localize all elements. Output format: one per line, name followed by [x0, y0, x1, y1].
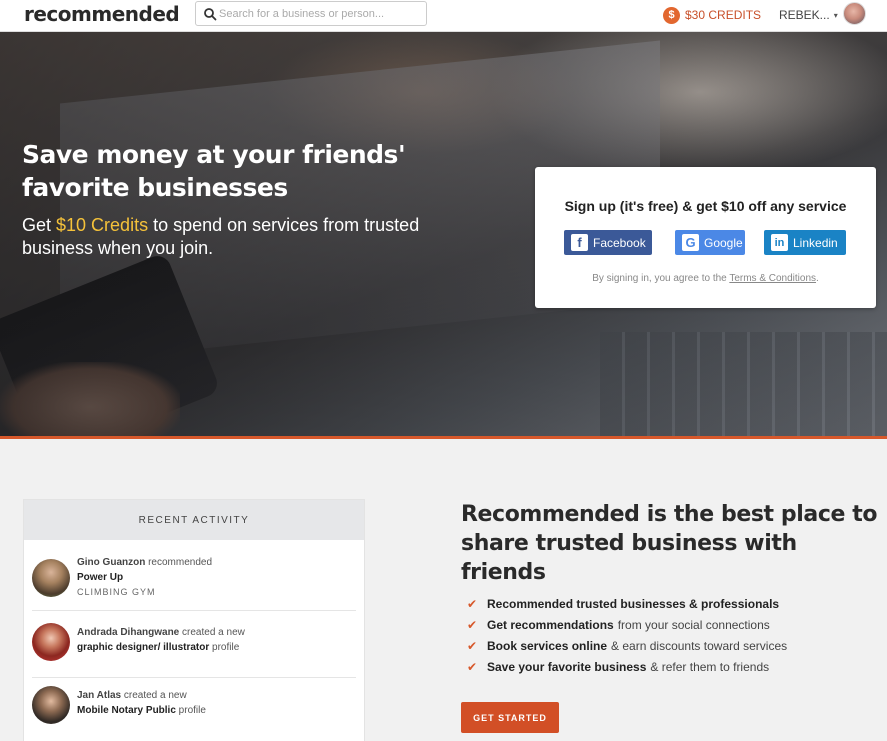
recent-activity-panel: RECENT ACTIVITY Gino Guanzon recommended… [23, 499, 365, 741]
activity-target[interactable]: Power Up [77, 572, 123, 583]
search-input[interactable] [219, 4, 419, 24]
user-avatar[interactable] [843, 2, 866, 25]
activity-target-suffix: profile [175, 705, 206, 716]
user-menu[interactable]: REBEK... ▾ [779, 5, 838, 25]
activity-target[interactable]: graphic designer/ illustrator [77, 642, 209, 653]
feature-item: ✔ Recommended trusted businesses & profe… [467, 593, 787, 614]
feature-item: ✔ Get recommendations from your social co… [467, 614, 787, 635]
hero-subtitle: Get $10 Credits to spend on services fro… [22, 214, 422, 260]
activity-text: Gino Guanzon recommended Power Up CLIMBI… [77, 555, 347, 600]
feature-rest: & earn discounts toward services [611, 638, 788, 653]
terms-link[interactable]: Terms & Conditions [729, 273, 816, 284]
search-icon [204, 8, 217, 21]
feature-bold: Save your favorite business [487, 659, 647, 674]
hero-title: Save money at your friends' favorite bus… [22, 140, 406, 202]
linkedin-icon: in [771, 234, 788, 251]
feature-item: ✔ Book services online & earn discounts t… [467, 635, 787, 656]
facebook-signin-button[interactable]: f Facebook [564, 230, 652, 255]
hero-bottom-border [0, 436, 887, 439]
activity-actor[interactable]: Andrada Dihangwane [77, 627, 179, 638]
terms-suffix: . [816, 273, 819, 284]
activity-actor[interactable]: Jan Atlas [77, 690, 121, 701]
avatar[interactable] [32, 623, 70, 661]
activity-item[interactable]: Andrada Dihangwane created a new graphic… [32, 612, 356, 678]
feature-bold: Get recommendations [487, 617, 614, 632]
activity-text: Jan Atlas created a new Mobile Notary Pu… [77, 688, 347, 718]
site-logo[interactable]: recommended [24, 2, 180, 26]
checkmark-icon: ✔ [467, 596, 478, 611]
google-icon: G [682, 234, 699, 251]
activity-target[interactable]: Mobile Notary Public [77, 705, 176, 716]
feature-item: ✔ Save your favorite business & refer the… [467, 656, 787, 677]
signup-card: Sign up (it's free) & get $10 off any se… [535, 167, 876, 308]
top-navbar: recommended $ $30 CREDITS REBEK... ▾ [0, 0, 887, 32]
facebook-button-label: Facebook [593, 235, 646, 250]
linkedin-signin-button[interactable]: in Linkedin [764, 230, 846, 255]
search-box[interactable] [195, 1, 427, 26]
google-signin-button[interactable]: G Google [675, 230, 745, 255]
hero-subtitle-prefix: Get [22, 215, 57, 235]
activity-action: created a new [179, 627, 245, 638]
activity-item[interactable]: Gino Guanzon recommended Power Up CLIMBI… [32, 550, 356, 611]
terms-prefix: By signing in, you agree to the [592, 273, 730, 284]
activity-text: Andrada Dihangwane created a new graphic… [77, 625, 347, 655]
feature-rest: from your social connections [617, 617, 770, 632]
facebook-icon: f [571, 234, 588, 251]
user-name: REBEK... [779, 8, 830, 22]
recent-activity-header: RECENT ACTIVITY [24, 500, 364, 540]
avatar[interactable] [32, 686, 70, 724]
google-button-label: Google [704, 235, 743, 250]
signup-title: Sign up (it's free) & get $10 off any se… [564, 198, 847, 214]
credits-indicator[interactable]: $ $30 CREDITS [663, 5, 761, 25]
credits-coin-icon: $ [663, 6, 680, 24]
checkmark-icon: ✔ [467, 659, 478, 674]
signup-terms: By signing in, you agree to the Terms & … [535, 273, 876, 284]
feature-rest: & refer them to friends [650, 659, 770, 674]
avatar[interactable] [32, 559, 70, 597]
checkmark-icon: ✔ [467, 617, 478, 632]
credits-label: $30 CREDITS [685, 8, 762, 22]
activity-item[interactable]: Jan Atlas created a new Mobile Notary Pu… [32, 679, 356, 741]
activity-category: CLIMBING GYM [77, 587, 156, 597]
checkmark-icon: ✔ [467, 638, 478, 653]
activity-target-suffix: profile [209, 642, 240, 653]
value-proposition-title: Recommended is the best place to share t… [461, 502, 878, 585]
linkedin-button-label: Linkedin [793, 235, 838, 250]
get-started-button[interactable]: GET STARTED [461, 702, 559, 733]
feature-bold: Book services online [487, 638, 608, 653]
chevron-down-icon: ▾ [833, 10, 838, 20]
activity-actor[interactable]: Gino Guanzon [77, 557, 145, 568]
feature-bold: Recommended trusted businesses & profess… [487, 596, 780, 611]
feature-list: ✔ Recommended trusted businesses & profe… [467, 593, 787, 677]
activity-action: created a new [121, 690, 187, 701]
activity-action: recommended [145, 557, 213, 568]
hero-subtitle-highlight: $10 Credits [56, 215, 149, 235]
